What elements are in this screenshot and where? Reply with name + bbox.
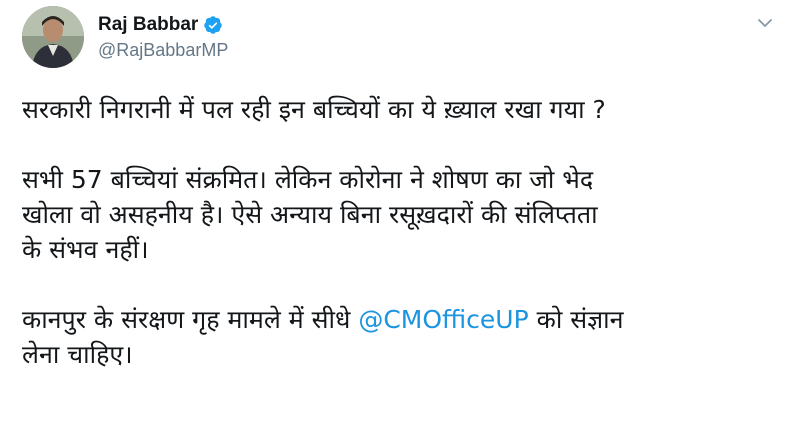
avatar[interactable]	[22, 6, 84, 68]
handle[interactable]: @RajBabbarMP	[98, 40, 228, 61]
tweet-text: सरकारी निगरानी में पल रही इन बच्चियों का…	[22, 92, 782, 372]
display-name[interactable]: Raj Babbar	[98, 14, 198, 36]
tweet-line: खोला वो असहनीय है। ऐसे अन्याय बिना रसूख़…	[22, 200, 598, 229]
author-names: Raj Babbar @RajBabbarMP	[98, 12, 228, 61]
tweet-card: Raj Babbar @RajBabbarMP सरकारी निगरानी म…	[0, 0, 800, 428]
tweet-line: कानपुर के संरक्षण गृह मामले में सीधे	[22, 305, 359, 334]
tweet-header: Raj Babbar @RajBabbarMP	[22, 6, 782, 78]
tweet-line: के संभव नहीं।	[22, 235, 149, 264]
tweet-paragraph-2: सभी 57 बच्चियां संक्रमित। लेकिन कोरोना न…	[22, 162, 782, 267]
tweet-paragraph-1: सरकारी निगरानी में पल रही इन बच्चियों का…	[22, 92, 782, 127]
mention-link[interactable]: @CMOfficeUP	[358, 305, 528, 334]
display-name-row: Raj Babbar	[98, 12, 228, 38]
tweet-line: सरकारी निगरानी में पल रही इन बच्चियों का…	[22, 95, 606, 124]
tweet-paragraph-3: कानपुर के संरक्षण गृह मामले में सीधे @CM…	[22, 302, 782, 372]
verified-badge-icon	[203, 15, 223, 35]
tweet-line: सभी 57 बच्चियां संक्रमित। लेकिन कोरोना न…	[22, 165, 594, 194]
tweet-line: लेना चाहिए।	[22, 340, 133, 369]
avatar-image	[22, 6, 84, 68]
tweet-line: को संज्ञान	[528, 305, 624, 334]
chevron-down-icon[interactable]	[754, 12, 776, 34]
